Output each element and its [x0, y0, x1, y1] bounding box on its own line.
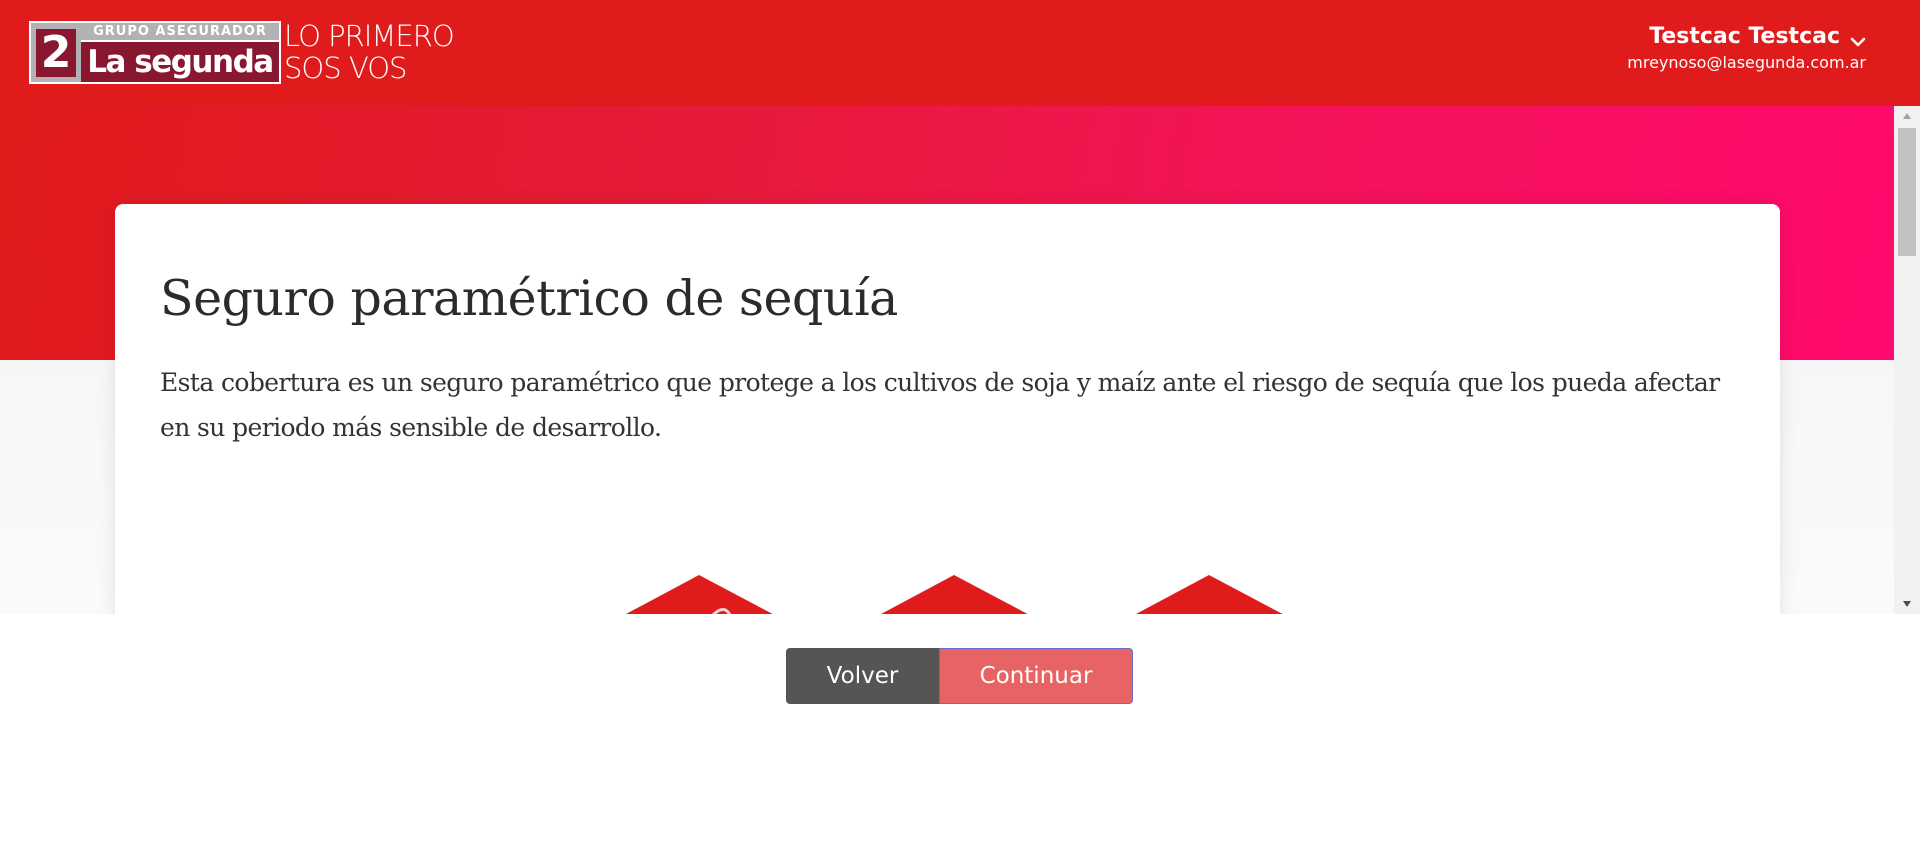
user-menu-toggle[interactable]: Testcac Testcac [1649, 22, 1866, 52]
document-icon [838, 575, 1071, 614]
page-title: Seguro paramétrico de sequía [160, 270, 898, 327]
vertical-scrollbar[interactable] [1894, 106, 1920, 614]
user-menu[interactable]: Testcac Testcac mreynoso@lasegunda.com.a… [1627, 22, 1866, 74]
plant-hand-icon [583, 575, 816, 614]
product-card: Seguro paramétrico de sequía Esta cobert… [115, 204, 1780, 614]
main-scroll-area[interactable]: Seguro paramétrico de sequía Esta cobert… [0, 106, 1894, 614]
product-description: Esta cobertura es un seguro paramétrico … [160, 368, 1720, 442]
scroll-up-arrow-icon[interactable] [1894, 106, 1920, 126]
tagline-line-2: SOS VOS [284, 51, 407, 85]
feature-icons [583, 575, 1343, 614]
continue-button[interactable]: Continuar [939, 648, 1133, 704]
logo-wordmark: GRUPO ASEGURADOR La segunda [81, 23, 279, 82]
logo-top-text: GRUPO ASEGURADOR [81, 23, 279, 40]
scroll-down-arrow-icon[interactable] [1894, 594, 1920, 614]
logo-name: La segunda [81, 40, 279, 82]
logo-mark: 2 [31, 23, 81, 82]
back-button[interactable]: Volver [786, 648, 939, 704]
scrollbar-thumb[interactable] [1898, 128, 1916, 256]
top-header: 2 GRUPO ASEGURADOR La segunda LO PRIMERO… [0, 0, 1920, 106]
brand-logo[interactable]: 2 GRUPO ASEGURADOR La segunda [29, 21, 281, 84]
brand-tagline: LO PRIMERO SOS VOS [284, 19, 455, 85]
logo-mark-digit: 2 [36, 28, 76, 77]
chevron-down-icon[interactable] [1850, 29, 1866, 47]
tagline-line-1: LO PRIMERO [284, 19, 455, 53]
wizard-actions: Volver Continuar [786, 648, 1133, 704]
user-email: mreynoso@lasegunda.com.ar [1627, 53, 1866, 72]
user-name: Testcac Testcac [1649, 24, 1840, 49]
money-hand-icon [1093, 575, 1326, 614]
